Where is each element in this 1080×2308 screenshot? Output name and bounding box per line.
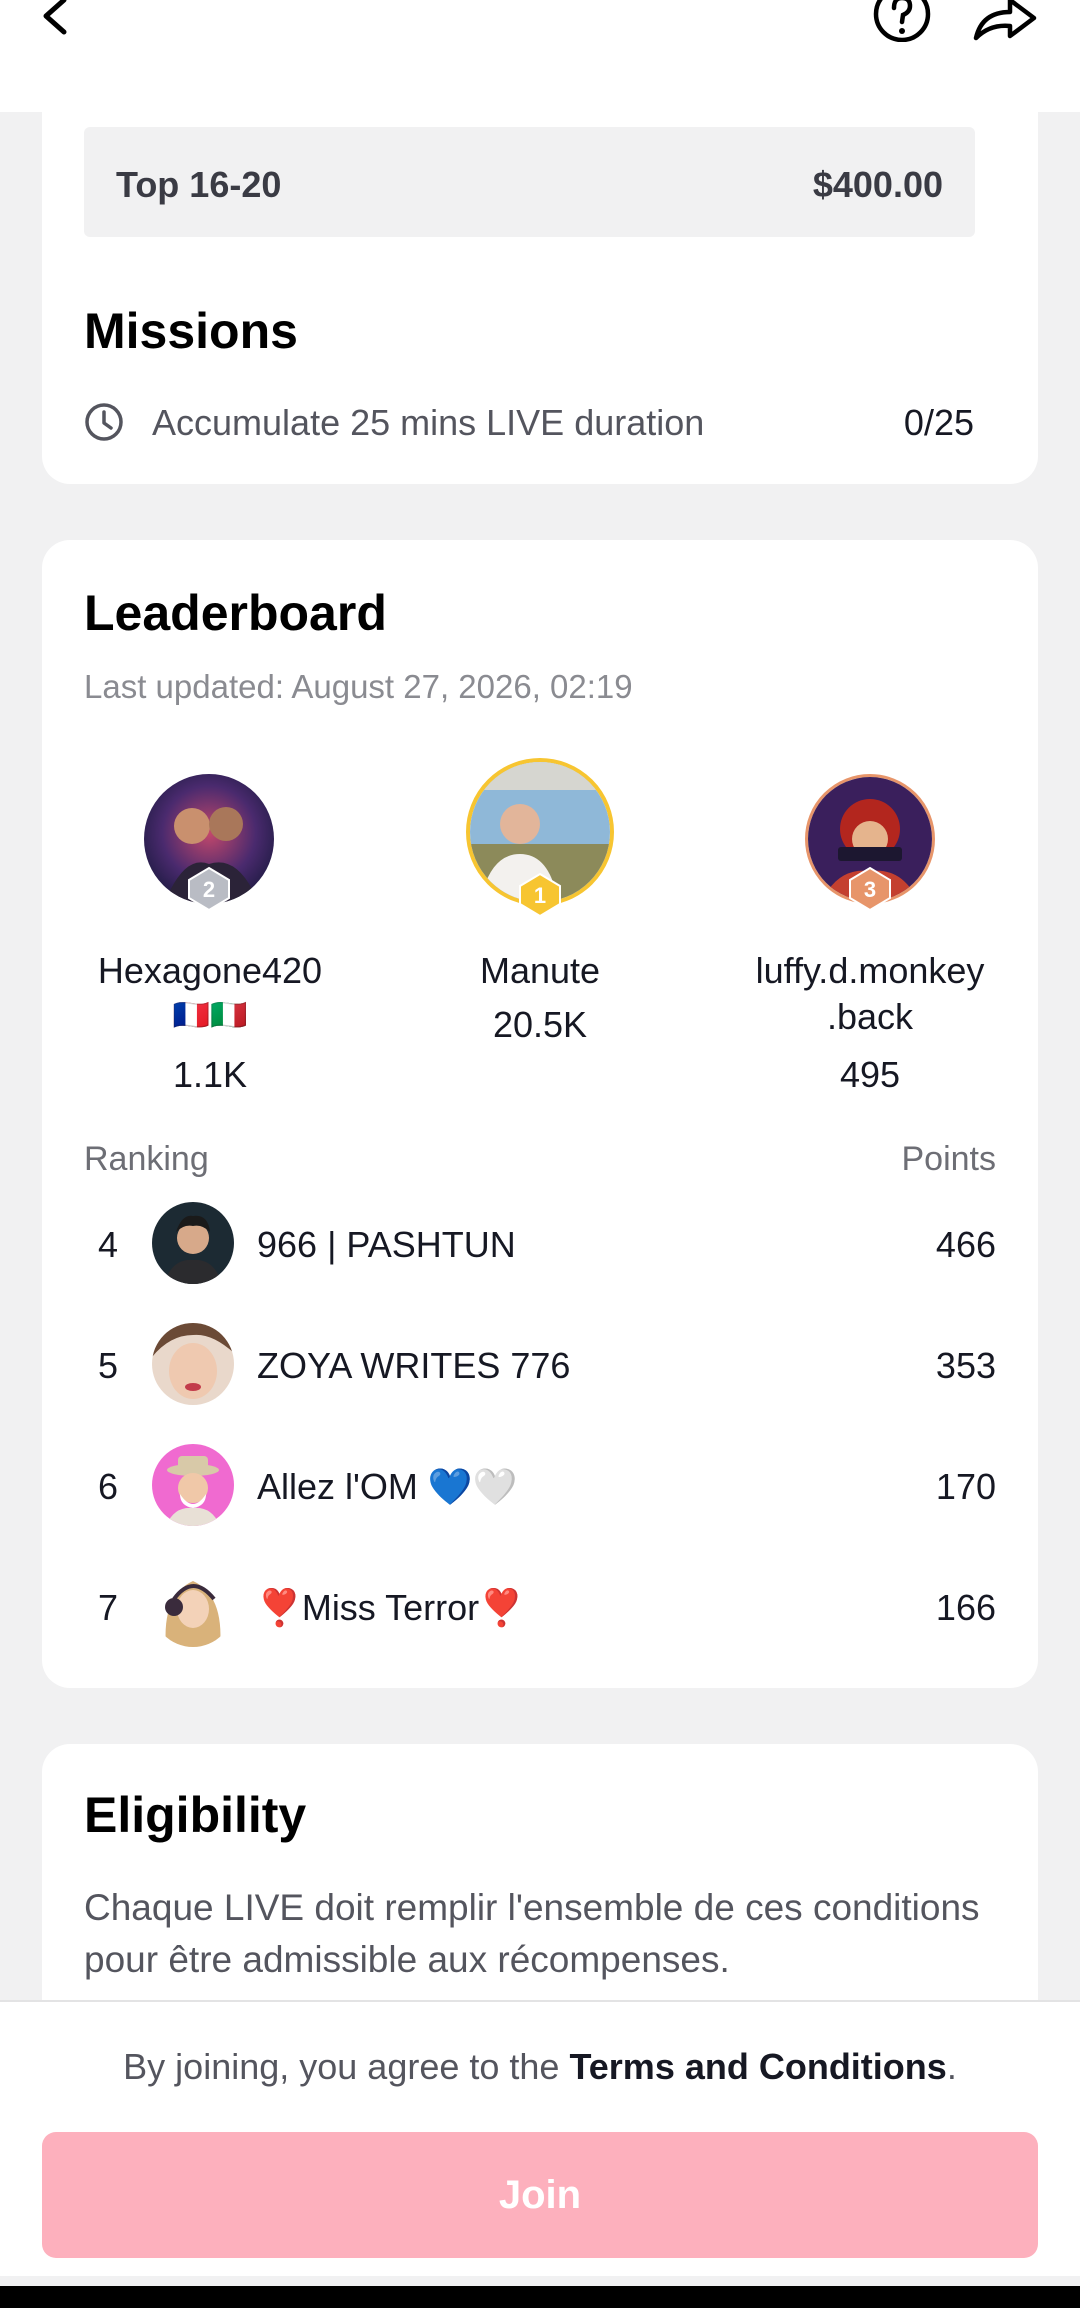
- avatar-image: [152, 1323, 234, 1405]
- terms-prefix: By joining, you agree to the: [123, 2046, 570, 2087]
- podium-flags-2nd: 🇫🇷🇮🇹: [172, 999, 248, 1032]
- podium-points-3rd: 495: [839, 1054, 901, 1095]
- avatar-image: [152, 1444, 234, 1526]
- row-username: ❣️Miss Terror❣️: [257, 1587, 524, 1628]
- back-button[interactable]: [36, 0, 80, 40]
- rank-3-badge: 3: [849, 866, 891, 912]
- eligibility-description: Chaque LIVE doit remplir l'ensemble de c…: [84, 1887, 980, 1980]
- row-rank: 4: [98, 1224, 119, 1265]
- svg-text:2: 2: [203, 877, 215, 902]
- row-username: 966 | PASHTUN: [257, 1224, 516, 1265]
- missions-title: Missions: [84, 303, 298, 359]
- row-username: Allez l'OM 💙🤍: [257, 1466, 518, 1507]
- row-avatar[interactable]: [152, 1444, 234, 1526]
- row-avatar[interactable]: [152, 1202, 234, 1284]
- question-circle-icon: [873, 0, 931, 43]
- top-bar: [0, 0, 1080, 112]
- avatar-image: [152, 1202, 234, 1284]
- leaderboard-title: Leaderboard: [84, 585, 387, 641]
- reward-tier-rank: Top 16-20: [116, 164, 282, 205]
- terms-link[interactable]: Terms and Conditions: [569, 2046, 946, 2087]
- share-button[interactable]: [972, 0, 1038, 42]
- reward-tier-amount: $400.00: [812, 164, 943, 205]
- terms-suffix: .: [946, 2046, 957, 2087]
- eligibility-title: Eligibility: [84, 1787, 307, 1843]
- row-avatar[interactable]: [152, 1323, 234, 1405]
- terms-text: By joining, you agree to the Terms and C…: [0, 2046, 1080, 2088]
- row-points: 170: [935, 1466, 996, 1507]
- share-arrow-icon: [973, 0, 1037, 41]
- row-points: 466: [935, 1224, 996, 1265]
- mission-description: Accumulate 25 mins LIVE duration: [152, 402, 705, 443]
- podium-points-2nd: 1.1K: [172, 1054, 248, 1095]
- rank-2-badge: 2: [188, 866, 230, 912]
- points-column-header: Points: [901, 1140, 997, 1178]
- chevron-left-icon: [43, 0, 67, 35]
- avatar-image: [152, 1565, 234, 1647]
- reward-tier-row: Top 16-20 $400.00: [84, 127, 975, 237]
- system-navigation-bar: [0, 2286, 1080, 2308]
- row-avatar[interactable]: [152, 1565, 234, 1647]
- row-points: 353: [935, 1345, 996, 1386]
- row-username: ZOYA WRITES 776: [257, 1345, 571, 1386]
- row-rank: 5: [98, 1345, 119, 1386]
- clock-icon: [85, 403, 123, 441]
- help-button[interactable]: [872, 0, 932, 43]
- svg-text:1: 1: [534, 883, 546, 908]
- rank-1-badge: 1: [519, 872, 561, 918]
- podium-name-3rd-line2: .back: [826, 996, 914, 1037]
- podium-name-2nd: Hexagone420: [97, 950, 323, 991]
- podium-points-1st: 20.5K: [492, 1004, 588, 1045]
- row-rank: 6: [98, 1466, 119, 1507]
- svg-text:3: 3: [864, 877, 876, 902]
- podium-name-3rd: luffy.d.monkey: [755, 950, 985, 991]
- join-button[interactable]: Join: [42, 2132, 1038, 2258]
- row-points: 166: [935, 1587, 996, 1628]
- ranking-column-header: Ranking: [84, 1140, 209, 1178]
- podium-name-1st: Manute: [479, 950, 601, 991]
- last-updated-text: Last updated: August 27, 2026, 02:19: [84, 668, 633, 705]
- mission-progress: 0/25: [903, 402, 974, 443]
- row-rank: 7: [98, 1587, 119, 1628]
